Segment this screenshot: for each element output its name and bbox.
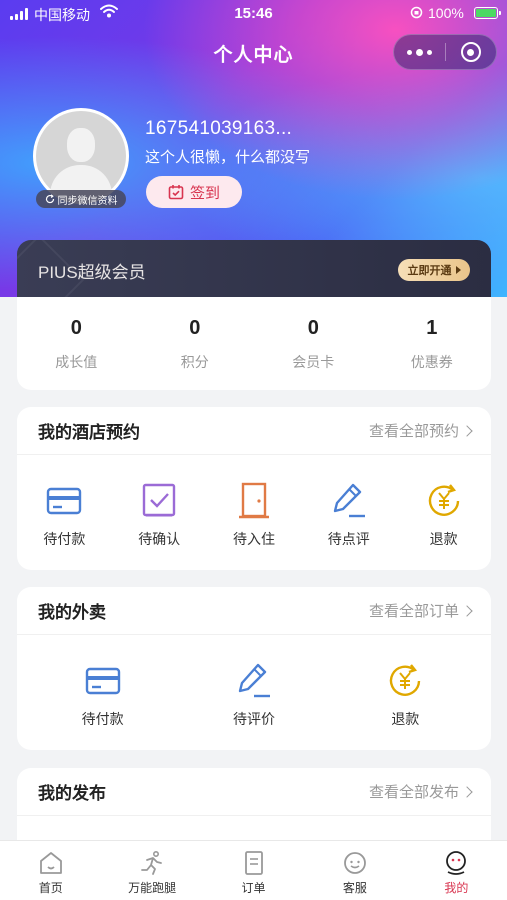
tab-label: 万能跑腿 (128, 881, 177, 895)
pen-icon (238, 663, 270, 698)
service-icon (344, 852, 366, 874)
caret-right-icon (455, 266, 461, 274)
view-all-bookings-label: 查看全部预约 (368, 423, 459, 440)
my-posts-title: 我的发布 (38, 784, 106, 803)
target-icon (460, 42, 481, 62)
view-all-orders-label: 查看全部订单 (368, 603, 459, 620)
hotel-pending-checkin[interactable]: 待入住 (207, 481, 302, 549)
chevron-right-icon (461, 425, 473, 437)
takeout-orders-card: 我的外卖 查看全部订单 待付款 待评价 退款 (17, 587, 491, 750)
hotel-pending-review[interactable]: 待点评 (301, 481, 396, 549)
orientation-lock-icon (410, 6, 423, 19)
username: 167541039163... (145, 118, 293, 139)
stat-coupons[interactable]: 1 优惠券 (373, 297, 492, 390)
sync-label: 同步微信资料 (57, 195, 118, 207)
takeout-pending-review[interactable]: 待评价 (178, 661, 329, 729)
card-icon (47, 487, 82, 515)
hotel-pending-payment[interactable]: 待付款 (17, 481, 112, 549)
close-miniprogram-button[interactable] (445, 35, 496, 69)
refund-icon (390, 664, 421, 696)
stat-label: 优惠券 (410, 354, 453, 370)
item-label: 待付款 (43, 531, 86, 547)
calendar-icon (168, 185, 184, 200)
refund-icon (428, 484, 459, 516)
view-all-posts-label: 查看全部发布 (368, 784, 459, 801)
stat-label: 会员卡 (292, 354, 335, 370)
item-label: 待付款 (81, 711, 124, 727)
user-bio: 这个人很懒，什么都没写 (145, 149, 311, 166)
profile-icon (446, 851, 467, 875)
stat-value: 0 (70, 317, 82, 339)
home-icon (39, 852, 62, 874)
stat-label: 积分 (180, 354, 209, 370)
stat-value: 1 (426, 317, 438, 339)
super-membership-banner[interactable]: PIUS超级会员 立即开通 (17, 240, 491, 297)
sync-wechat-profile-button[interactable]: 同步微信资料 (36, 190, 126, 208)
tab-home[interactable]: 首页 (0, 841, 101, 900)
view-all-orders-link[interactable]: 查看全部订单 (368, 600, 473, 621)
hotel-refund[interactable]: 退款 (396, 481, 491, 549)
open-membership-label: 立即开通 (407, 265, 452, 277)
miniprogram-capsule (393, 34, 497, 70)
signin-button[interactable]: 签到 (146, 176, 242, 208)
view-all-bookings-link[interactable]: 查看全部预约 (368, 420, 473, 441)
stat-label: 成长值 (55, 354, 98, 370)
card-icon (85, 667, 120, 695)
tab-label: 订单 (241, 881, 266, 895)
tab-label: 首页 (38, 881, 63, 895)
stat-value: 0 (189, 317, 201, 339)
tab-errand[interactable]: 万能跑腿 (101, 841, 202, 900)
stats-card: 0 成长值 0 积分 0 会员卡 1 优惠券 (17, 297, 491, 390)
check-box-icon (142, 483, 176, 517)
tab-mine[interactable]: 我的 (406, 841, 507, 900)
takeout-refund[interactable]: 退款 (330, 661, 481, 729)
takeout-title: 我的外卖 (38, 603, 106, 622)
battery-icon (474, 7, 501, 19)
status-bar: 中国移动 15:46 100% (0, 0, 507, 28)
hotel-bookings-title: 我的酒店预约 (38, 423, 140, 442)
refresh-icon (45, 194, 54, 204)
item-label: 待入住 (232, 531, 275, 547)
item-label: 退款 (391, 711, 420, 727)
stat-points[interactable]: 0 积分 (136, 297, 255, 390)
pen-icon (333, 483, 365, 518)
stat-growth[interactable]: 0 成长值 (17, 297, 136, 390)
signin-label: 签到 (189, 184, 220, 202)
battery-percent: 100% (428, 5, 464, 21)
chevron-right-icon (461, 605, 473, 617)
chevron-right-icon (461, 786, 473, 798)
runner-icon (141, 850, 163, 875)
item-label: 待确认 (138, 531, 181, 547)
stat-value: 0 (307, 317, 319, 339)
order-icon (244, 851, 263, 875)
stat-member-cards[interactable]: 0 会员卡 (254, 297, 373, 390)
item-label: 待评价 (232, 711, 275, 727)
more-menu-button[interactable] (394, 35, 445, 69)
item-label: 待点评 (327, 531, 370, 547)
door-icon (238, 482, 269, 519)
bottom-tab-bar: 首页 万能跑腿 订单 客服 我的 (0, 840, 507, 900)
tab-service[interactable]: 客服 (304, 841, 405, 900)
hotel-bookings-card: 我的酒店预约 查看全部预约 待付款 待确认 待入住 待点评 退款 (17, 407, 491, 570)
membership-title: PIUS超级会员 (38, 263, 146, 282)
view-all-posts-link[interactable]: 查看全部发布 (368, 781, 473, 802)
open-membership-button[interactable]: 立即开通 (398, 259, 470, 281)
tab-label: 客服 (342, 881, 367, 895)
tab-label: 我的 (444, 881, 469, 895)
hotel-pending-confirm[interactable]: 待确认 (112, 481, 207, 549)
item-label: 退款 (429, 531, 458, 547)
tab-orders[interactable]: 订单 (203, 841, 304, 900)
takeout-pending-payment[interactable]: 待付款 (27, 661, 178, 729)
